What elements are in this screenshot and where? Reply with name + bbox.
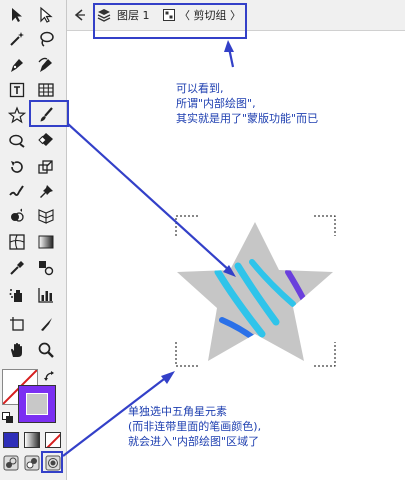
draw-behind-mode-icon[interactable]: [24, 455, 40, 471]
column-graph-tool-icon[interactable]: [34, 283, 58, 307]
none-mode-button[interactable]: [45, 432, 61, 448]
color-mode-button[interactable]: [3, 432, 19, 448]
blend-tool-icon[interactable]: [34, 256, 58, 280]
perspective-grid-tool-icon[interactable]: [34, 204, 58, 228]
swap-fill-stroke-icon[interactable]: [43, 369, 57, 383]
bottom-annotation-line-1: 单独选中五角星元素: [128, 405, 227, 418]
pen-tool-icon[interactable]: [5, 53, 29, 77]
bottom-annotation-line-2: (而非连带里面的笔画颜色),: [128, 420, 262, 433]
tools-panel: [0, 0, 67, 480]
zoom-tool-icon[interactable]: [34, 338, 58, 362]
bottom-annotation-line-3: 就会进入"内部绘图"区域了: [128, 435, 260, 448]
top-annotation: 可以看到, 所谓"内部绘图", 其实就是用了"蒙版功能"而已: [176, 81, 318, 126]
top-annotation-line-2: 所谓"内部绘图",: [176, 97, 256, 110]
star-tool-icon[interactable]: [5, 103, 29, 127]
draw-inside-highlight: [41, 451, 63, 473]
direct-selection-tool-icon[interactable]: [34, 3, 58, 27]
shape-builder-tool-icon[interactable]: [5, 204, 29, 228]
top-annotation-line-3: 其实就是用了"蒙版功能"而已: [176, 112, 319, 125]
type-tool-icon[interactable]: [5, 78, 29, 102]
gradient-tool-icon[interactable]: [34, 230, 58, 254]
warp-tool-icon[interactable]: [5, 180, 29, 204]
hand-tool-icon[interactable]: [5, 338, 29, 362]
slice-tool-icon[interactable]: [34, 312, 58, 336]
default-fill-stroke-icon[interactable]: [2, 409, 14, 423]
draw-normal-mode-icon[interactable]: [3, 455, 19, 471]
eraser-tool-icon[interactable]: [34, 128, 58, 152]
breadcrumb-highlight: [93, 3, 247, 39]
top-annotation-line-1: 可以看到,: [176, 82, 224, 95]
mesh-tool-icon[interactable]: [5, 230, 29, 254]
scale-tool-icon[interactable]: [34, 155, 58, 179]
bottom-annotation: 单独选中五角星元素 (而非连带里面的笔画颜色), 就会进入"内部绘图"区域了: [128, 404, 261, 449]
eyedropper-tool-icon[interactable]: [5, 256, 29, 280]
blob-brush-tool-icon[interactable]: [5, 128, 29, 152]
grid-tool-icon[interactable]: [34, 78, 58, 102]
lasso-tool-icon[interactable]: [34, 27, 58, 51]
magic-wand-tool-icon[interactable]: [5, 27, 29, 51]
back-arrow-icon[interactable]: [73, 8, 87, 22]
paintbrush-highlight: [29, 100, 69, 127]
curvature-tool-icon[interactable]: [34, 53, 58, 77]
artboard-tool-icon[interactable]: [5, 312, 29, 336]
gradient-mode-button[interactable]: [24, 432, 40, 448]
symbol-sprayer-tool-icon[interactable]: [5, 283, 29, 307]
selection-tool-icon[interactable]: [5, 3, 29, 27]
pin-tool-icon[interactable]: [34, 180, 58, 204]
rotate-tool-icon[interactable]: [5, 155, 29, 179]
stroke-swatch[interactable]: [18, 385, 56, 423]
